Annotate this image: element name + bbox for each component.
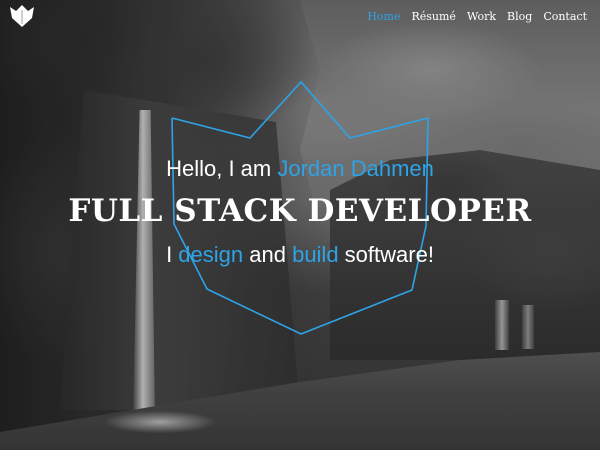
tagline-build: build xyxy=(292,242,339,267)
greeting-prefix: Hello, I am xyxy=(166,156,278,181)
hero-title: FULL STACK DEVELOPER xyxy=(68,193,532,229)
tagline-part2: and xyxy=(243,242,293,267)
hero-tagline: I design and build software! xyxy=(0,242,600,268)
nav-resume[interactable]: Résumé xyxy=(411,10,455,23)
crown-leaf-logo-icon[interactable] xyxy=(9,4,35,28)
nav-blog[interactable]: Blog xyxy=(507,10,532,23)
nav-work[interactable]: Work xyxy=(467,10,496,23)
tagline-part3: software! xyxy=(338,242,434,267)
main-nav: Home Résumé Work Blog Contact xyxy=(356,10,587,23)
nav-contact[interactable]: Contact xyxy=(543,10,587,23)
hero-greeting: Hello, I am Jordan Dahmen xyxy=(0,156,600,182)
tagline-part1: I xyxy=(166,242,179,267)
nav-home[interactable]: Home xyxy=(367,10,400,23)
tagline-design: design xyxy=(178,242,244,267)
hero-name: Jordan Dahmen xyxy=(277,156,434,181)
hero-section: Home Résumé Work Blog Contact Hello, I a… xyxy=(0,0,600,450)
